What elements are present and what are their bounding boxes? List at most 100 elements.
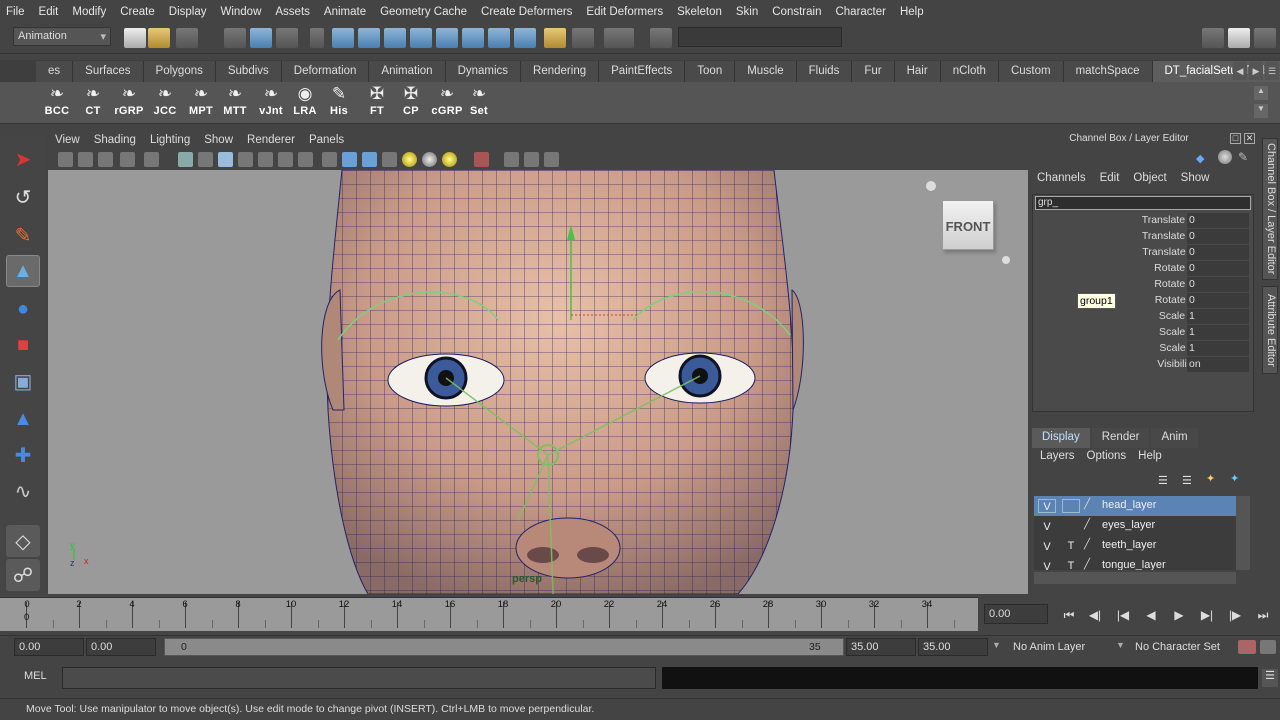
channel-value[interactable]: 0: [1187, 245, 1249, 260]
layer-row[interactable]: V T ╱ tongue_layer: [1034, 556, 1236, 570]
safe-action-icon[interactable]: [278, 152, 293, 167]
image-plane-icon[interactable]: [120, 152, 135, 167]
bookmarks-icon[interactable]: [98, 152, 113, 167]
step-back-frame-icon[interactable]: |◀: [1112, 606, 1134, 624]
go-to-end-icon[interactable]: ⏭: [1252, 606, 1274, 624]
shelf-button-cgrp[interactable]: ❧ cGRP: [430, 85, 464, 121]
channel-value[interactable]: 1: [1187, 341, 1249, 356]
gate-mask-icon[interactable]: [238, 152, 253, 167]
outliner-layout-icon[interactable]: ☍: [6, 559, 40, 591]
shelf-scroll-up-icon[interactable]: ▲: [1254, 86, 1268, 100]
snap-grid-icon[interactable]: [332, 28, 354, 48]
menu-modify[interactable]: Modify: [72, 6, 106, 18]
channel-value[interactable]: 1: [1187, 309, 1249, 324]
view-cube-menu-icon[interactable]: [1002, 256, 1010, 264]
menu-create[interactable]: Create: [120, 6, 155, 18]
channel-key-icon[interactable]: ◆: [1196, 152, 1208, 165]
xray-icon[interactable]: [504, 152, 519, 167]
view-cube[interactable]: FRONT: [942, 200, 994, 250]
menu-constrain[interactable]: Constrain: [772, 6, 821, 18]
shelf-button-set[interactable]: ❧ Set: [462, 85, 496, 121]
panel-menu-lighting[interactable]: Lighting: [150, 134, 190, 146]
anim-prefs-icon[interactable]: [1260, 640, 1276, 654]
time-slider[interactable]: [0, 597, 978, 631]
xray-joints-icon[interactable]: [524, 152, 539, 167]
shelf-tab-ncloth[interactable]: nCloth: [940, 61, 999, 82]
layer-list-scrollbar[interactable]: [1236, 496, 1250, 570]
range-slider[interactable]: 0 35: [164, 638, 844, 656]
channel-menu-object[interactable]: Object: [1133, 172, 1166, 188]
panel-menu-renderer[interactable]: Renderer: [247, 134, 295, 146]
shelf-tab-deformation[interactable]: Deformation: [281, 61, 370, 82]
panel-menu-panels[interactable]: Panels: [309, 134, 344, 146]
shelf-menu-icon[interactable]: ☰: [1265, 62, 1279, 80]
layer-visibility-toggle[interactable]: V: [1038, 499, 1056, 513]
tab-channel-box[interactable]: Channel Box / Layer Editor: [1262, 138, 1278, 280]
menu-window[interactable]: Window: [220, 6, 261, 18]
lasso-tool-icon[interactable]: ↺: [6, 181, 40, 213]
menu-geometry-cache[interactable]: Geometry Cache: [380, 6, 467, 18]
channel-row-rotate-y[interactable]: Rotate Y0: [1033, 277, 1251, 293]
shelf-button-mtt[interactable]: ❧ MTT: [218, 85, 252, 121]
shelf-scroll-right-icon[interactable]: ▶: [1249, 62, 1263, 80]
step-forward-key-icon[interactable]: |▶: [1224, 606, 1246, 624]
shelf-tab-custom[interactable]: Custom: [998, 61, 1064, 82]
layer-name[interactable]: tongue_layer: [1102, 559, 1166, 570]
select-tool-icon[interactable]: ➤: [6, 143, 40, 175]
ipr-render-icon[interactable]: [604, 28, 634, 48]
float-panel-icon[interactable]: □: [1230, 133, 1241, 144]
close-panel-icon[interactable]: ✕: [1244, 133, 1255, 144]
layer-row[interactable]: V ╱ head_layer: [1034, 496, 1236, 516]
channel-menu-show[interactable]: Show: [1181, 172, 1210, 188]
shelf-button-bcc[interactable]: ❧ BCC: [40, 85, 74, 121]
curve-tool-icon[interactable]: ∿: [6, 475, 40, 507]
go-to-start-icon[interactable]: ⏮: [1058, 606, 1080, 624]
menu-edit[interactable]: Edit: [39, 6, 59, 18]
channel-row-translate-y[interactable]: Translate Y0: [1033, 229, 1251, 245]
channel-row-scale-x[interactable]: Scale X1: [1033, 309, 1251, 325]
current-frame-field[interactable]: 0.00: [984, 604, 1048, 624]
menu-skin[interactable]: Skin: [736, 6, 758, 18]
shelf-tab-fluids[interactable]: Fluids: [796, 61, 853, 82]
step-forward-frame-icon[interactable]: ▶|: [1196, 606, 1218, 624]
tab-attribute-editor[interactable]: Attribute Editor: [1262, 286, 1278, 374]
shelf-tab-muscle[interactable]: Muscle: [735, 61, 797, 82]
start-time-field[interactable]: 0.00: [14, 638, 84, 656]
tab-anim[interactable]: Anim: [1151, 428, 1198, 448]
layer-visibility-toggle[interactable]: V: [1038, 559, 1056, 570]
shelf-tab-surfaces[interactable]: Surfaces: [73, 61, 144, 82]
rotate-tool-icon[interactable]: ●: [6, 293, 40, 325]
shelf-button-lra[interactable]: ◉ LRA: [288, 85, 322, 121]
menu-animate[interactable]: Animate: [324, 6, 366, 18]
xray-components-icon[interactable]: [544, 152, 559, 167]
textured-icon[interactable]: [382, 152, 397, 167]
object-name-field[interactable]: grp_: [1035, 196, 1251, 210]
shelf-button-ct[interactable]: ❧ CT: [76, 85, 110, 121]
layer-color-swatch[interactable]: ╱: [1084, 539, 1098, 553]
layer-template-toggle[interactable]: [1062, 519, 1080, 533]
channel-value[interactable]: 1: [1187, 325, 1249, 340]
shelf-tab-animation[interactable]: Animation: [369, 61, 446, 82]
isolate-select-icon[interactable]: [474, 152, 489, 167]
use-all-lights-icon[interactable]: [402, 152, 417, 167]
step-back-key-icon[interactable]: ◀|: [1084, 606, 1106, 624]
make-live-icon[interactable]: [436, 28, 458, 48]
layer-name[interactable]: teeth_layer: [1102, 539, 1156, 551]
manipulator-tool-icon[interactable]: ▣: [6, 365, 40, 397]
shelf-button-mpt[interactable]: ❧ MPT: [184, 85, 218, 121]
resolution-gate-icon[interactable]: [218, 152, 233, 167]
channel-row-translate-z[interactable]: Translate Z0: [1033, 245, 1251, 261]
layer-menu-help[interactable]: Help: [1138, 450, 1162, 462]
shelf-scroll-down-icon[interactable]: ▼: [1254, 104, 1268, 118]
channel-value[interactable]: on: [1187, 357, 1249, 372]
channel-value[interactable]: 0: [1187, 213, 1249, 228]
layer-menu-layers[interactable]: Layers: [1040, 450, 1075, 462]
menu-display[interactable]: Display: [169, 6, 207, 18]
input-field-dropdown-icon[interactable]: [650, 28, 672, 48]
character-set-dropdown-icon[interactable]: ▼: [1116, 640, 1125, 650]
move-layer-down-icon[interactable]: ☰: [1182, 474, 1196, 488]
layer-color-swatch[interactable]: ╱: [1084, 519, 1098, 533]
snap-curve-icon[interactable]: [358, 28, 380, 48]
select-object-icon[interactable]: [250, 28, 272, 48]
shelf-tab-rendering[interactable]: Rendering: [521, 61, 600, 82]
